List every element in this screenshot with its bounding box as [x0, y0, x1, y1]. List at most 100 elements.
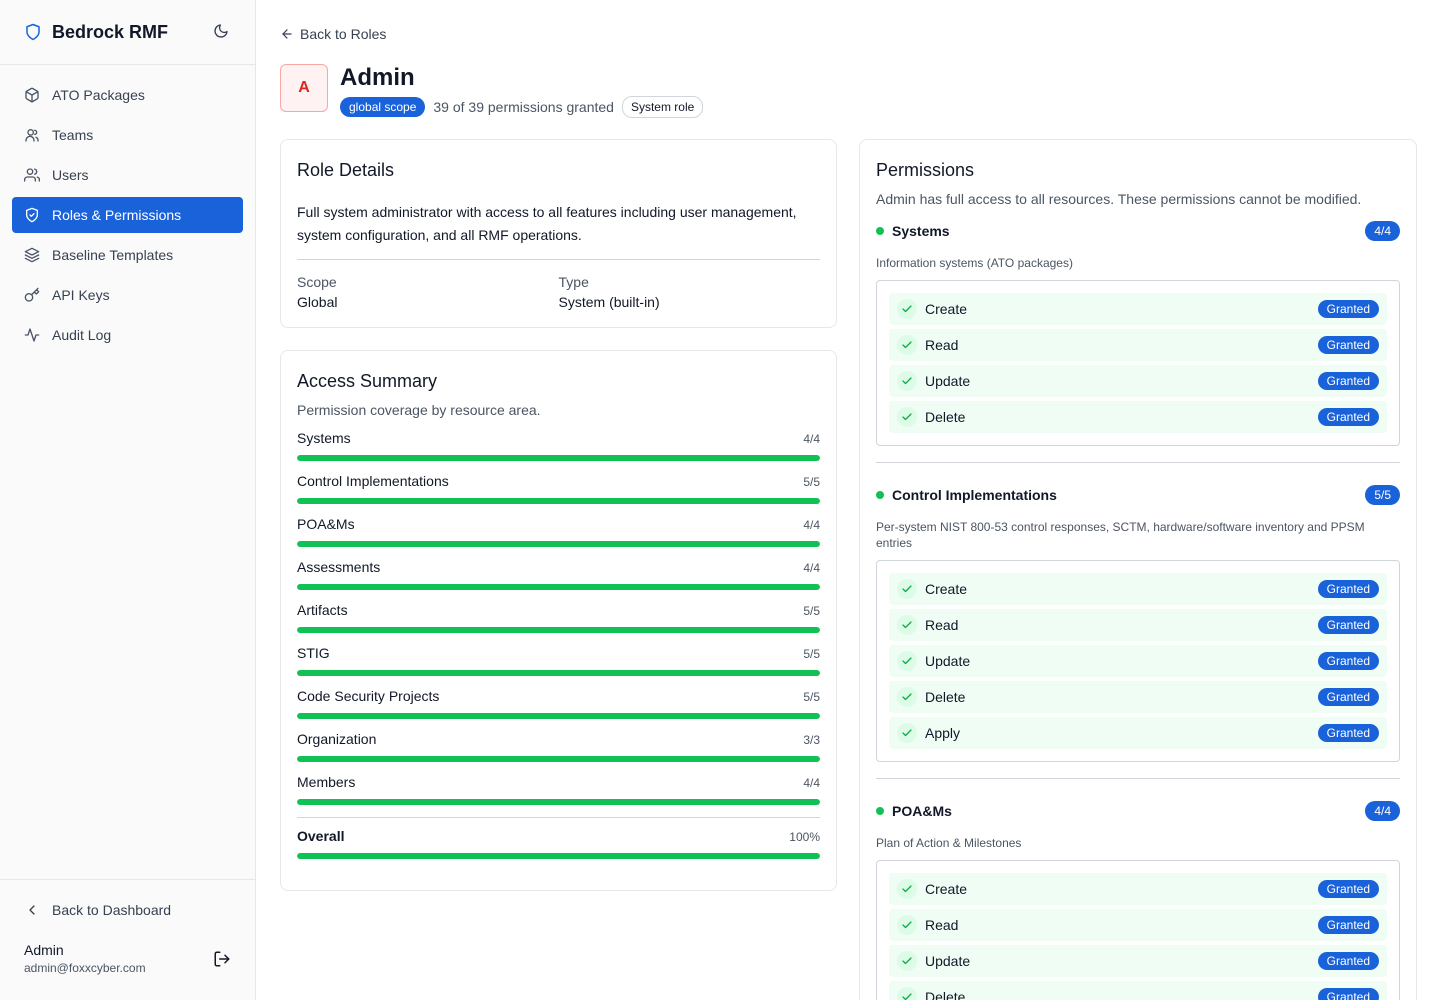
- summary-row-label: Code Security Projects: [297, 688, 440, 704]
- granted-badge: Granted: [1317, 652, 1379, 670]
- summary-row-organization: Organization 3/3: [297, 731, 820, 762]
- page-title: Admin: [340, 64, 415, 91]
- summary-row-count: 5/5: [803, 604, 820, 618]
- progress-bar: [297, 627, 820, 633]
- summary-row-label: Artifacts: [297, 602, 348, 618]
- progress-fill: [297, 799, 820, 805]
- summary-row-count: 5/5: [803, 690, 820, 704]
- permission-group-count-badge: 4/4: [1365, 801, 1400, 821]
- permission-name: Delete: [925, 409, 966, 425]
- check-icon: [897, 987, 917, 1000]
- back-to-roles-label: Back to Roles: [300, 26, 387, 42]
- check-icon: [897, 615, 917, 635]
- user-panel: Admin admin@foxxcyber.com: [0, 928, 255, 975]
- permission-item-delete: Delete Granted: [889, 401, 1387, 433]
- permission-group-control-implementations: Control Implementations 5/5 Per-system NIS…: [876, 462, 1400, 762]
- status-dot: [876, 807, 884, 815]
- permission-group-description: Information systems (ATO packages): [876, 256, 1073, 270]
- summary-row-label: Members: [297, 774, 356, 790]
- check-icon: [897, 651, 917, 671]
- permission-name: Delete: [925, 989, 966, 1000]
- summary-row-code-security-projects: Code Security Projects 5/5: [297, 688, 820, 719]
- granted-badge: Granted: [1317, 372, 1379, 390]
- progress-bar: [297, 584, 820, 590]
- permission-item-delete: Delete Granted: [889, 981, 1387, 1000]
- logout-icon[interactable]: [213, 950, 231, 968]
- overall-label: Overall: [297, 828, 345, 844]
- shield-check-icon: [24, 207, 40, 223]
- back-to-dashboard-link[interactable]: Back to Dashboard: [12, 892, 243, 928]
- check-icon: [897, 407, 917, 427]
- type-label: Type: [558, 274, 589, 290]
- permission-item-apply: Apply Granted: [889, 717, 1387, 749]
- permission-count: 39 of 39 permissions granted: [433, 99, 614, 115]
- teams-icon: [24, 127, 40, 143]
- progress-bar: [297, 455, 820, 461]
- role-details-title: Role Details: [297, 160, 395, 180]
- brand-name: Bedrock RMF: [52, 21, 169, 42]
- main-content: Back to Roles A Admin global scope 39 of…: [256, 0, 1440, 1000]
- permission-group-count-badge: 5/5: [1365, 485, 1400, 505]
- summary-row-count: 4/4: [803, 561, 820, 575]
- summary-row-label: POA&Ms: [297, 516, 355, 532]
- check-icon: [897, 579, 917, 599]
- shield-logo-icon: [24, 23, 42, 41]
- sidebar-item-users[interactable]: Users: [12, 157, 243, 193]
- permission-item-read: Read Granted: [889, 609, 1387, 641]
- granted-badge: Granted: [1317, 580, 1379, 598]
- access-summary-title: Access Summary: [297, 371, 438, 391]
- permission-item-update: Update Granted: [889, 645, 1387, 677]
- summary-row-label: Systems: [297, 430, 351, 446]
- sidebar-item-teams[interactable]: Teams: [12, 117, 243, 153]
- permission-name: Update: [925, 953, 971, 969]
- permission-group-poaandms: POA&Ms 4/4 Plan of Action & Milestones Crea…: [876, 778, 1400, 1000]
- summary-list: Systems 4/4 Control Implementations 5/5 POA&…: [297, 430, 820, 805]
- summary-row-artifacts: Artifacts 5/5: [297, 602, 820, 633]
- check-icon: [897, 951, 917, 971]
- summary-row-count: 5/5: [803, 475, 820, 489]
- overall-progress-bar: [297, 853, 820, 859]
- status-dot: [876, 227, 884, 235]
- progress-bar: [297, 713, 820, 719]
- access-summary-subtitle: Permission coverage by resource area.: [297, 402, 541, 418]
- progress-bar: [297, 670, 820, 676]
- overall-row: Overall 100%: [297, 817, 820, 859]
- layers-icon: [24, 247, 40, 263]
- users-icon: [24, 167, 40, 183]
- progress-fill: [297, 713, 820, 719]
- progress-fill: [297, 670, 820, 676]
- permission-list: Create Granted Read Granted Update Granted Del…: [876, 280, 1400, 446]
- summary-row-stig: STIG 5/5: [297, 645, 820, 676]
- permission-group-name: Control Implementations: [892, 487, 1057, 503]
- back-to-dashboard-label: Back to Dashboard: [52, 902, 172, 918]
- summary-row-members: Members 4/4: [297, 774, 820, 805]
- moon-icon[interactable]: [213, 23, 231, 41]
- status-dot: [876, 491, 884, 499]
- type-value: System (built-in): [558, 294, 660, 310]
- sidebar-item-label: Users: [52, 167, 89, 183]
- permission-group-name: Systems: [892, 223, 950, 239]
- sidebar-item-label: Roles & Permissions: [52, 207, 182, 223]
- sidebar-item-audit-log[interactable]: Audit Log: [12, 317, 243, 353]
- sidebar-item-baseline-templates[interactable]: Baseline Templates: [12, 237, 243, 273]
- sidebar-item-api-keys[interactable]: API Keys: [12, 277, 243, 313]
- granted-badge: Granted: [1317, 616, 1379, 634]
- granted-badge: Granted: [1317, 336, 1379, 354]
- back-to-roles-link[interactable]: Back to Roles: [280, 24, 386, 44]
- progress-fill: [297, 853, 820, 859]
- summary-row-assessments: Assessments 4/4: [297, 559, 820, 590]
- granted-badge: Granted: [1317, 300, 1379, 318]
- permission-group-systems: Systems 4/4 Information systems (ATO packa…: [876, 221, 1400, 446]
- permission-name: Update: [925, 653, 971, 669]
- sidebar-item-ato-packages[interactable]: ATO Packages: [12, 77, 243, 113]
- progress-fill: [297, 455, 820, 461]
- progress-bar: [297, 541, 820, 547]
- sidebar-item-label: Audit Log: [52, 327, 112, 343]
- sidebar-item-roles-permissions[interactable]: Roles & Permissions: [12, 197, 243, 233]
- sidebar-item-label: ATO Packages: [52, 87, 145, 103]
- package-icon: [24, 87, 40, 103]
- check-icon: [897, 723, 917, 743]
- progress-fill: [297, 627, 820, 633]
- permission-name: Delete: [925, 689, 966, 705]
- granted-badge: Granted: [1317, 880, 1379, 898]
